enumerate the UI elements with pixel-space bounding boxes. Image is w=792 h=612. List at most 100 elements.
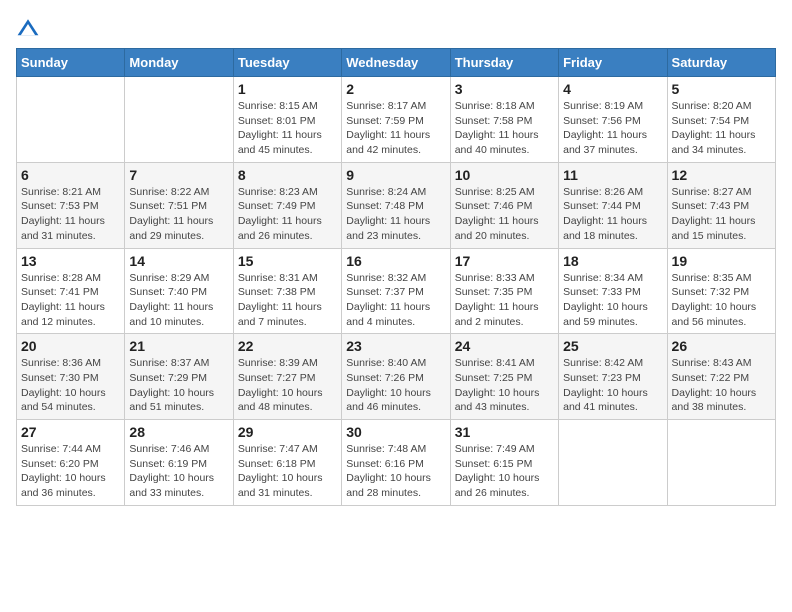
day-of-week-header: Monday xyxy=(125,49,233,77)
calendar-day-cell: 14 Sunrise: 8:29 AM Sunset: 7:40 PM Dayli… xyxy=(125,248,233,334)
calendar-day-cell: 25 Sunrise: 8:42 AM Sunset: 7:23 PM Dayli… xyxy=(559,334,667,420)
calendar-day-cell: 26 Sunrise: 8:43 AM Sunset: 7:22 PM Dayli… xyxy=(667,334,775,420)
day-number: 13 xyxy=(21,253,120,269)
day-of-week-header: Wednesday xyxy=(342,49,450,77)
day-number: 7 xyxy=(129,167,228,183)
day-info: Sunrise: 8:41 AM Sunset: 7:25 PM Dayligh… xyxy=(455,356,554,415)
day-number: 15 xyxy=(238,253,337,269)
day-info: Sunrise: 8:21 AM Sunset: 7:53 PM Dayligh… xyxy=(21,185,120,244)
calendar-week-row: 20 Sunrise: 8:36 AM Sunset: 7:30 PM Dayli… xyxy=(17,334,776,420)
day-info: Sunrise: 7:44 AM Sunset: 6:20 PM Dayligh… xyxy=(21,442,120,501)
day-info: Sunrise: 8:33 AM Sunset: 7:35 PM Dayligh… xyxy=(455,271,554,330)
day-info: Sunrise: 7:47 AM Sunset: 6:18 PM Dayligh… xyxy=(238,442,337,501)
calendar-day-cell: 19 Sunrise: 8:35 AM Sunset: 7:32 PM Dayli… xyxy=(667,248,775,334)
calendar-day-cell: 3 Sunrise: 8:18 AM Sunset: 7:58 PM Daylig… xyxy=(450,77,558,163)
day-number: 28 xyxy=(129,424,228,440)
calendar-table: SundayMondayTuesdayWednesdayThursdayFrid… xyxy=(16,48,776,506)
calendar-day-cell: 2 Sunrise: 8:17 AM Sunset: 7:59 PM Daylig… xyxy=(342,77,450,163)
day-number: 27 xyxy=(21,424,120,440)
day-info: Sunrise: 8:24 AM Sunset: 7:48 PM Dayligh… xyxy=(346,185,445,244)
calendar-day-cell: 18Sunrise: 8:34 AM Sunset: 7:33 PM Dayli… xyxy=(559,248,667,334)
calendar-day-cell: 31Sunrise: 7:49 AM Sunset: 6:15 PM Dayli… xyxy=(450,420,558,506)
calendar-day-cell: 5 Sunrise: 8:20 AM Sunset: 7:54 PM Daylig… xyxy=(667,77,775,163)
day-number: 6 xyxy=(21,167,120,183)
day-number: 9 xyxy=(346,167,445,183)
day-info: Sunrise: 8:22 AM Sunset: 7:51 PM Dayligh… xyxy=(129,185,228,244)
calendar-day-cell xyxy=(125,77,233,163)
day-number: 1 xyxy=(238,81,337,97)
logo xyxy=(16,16,44,40)
calendar-week-row: 1 Sunrise: 8:15 AM Sunset: 8:01 PM Daylig… xyxy=(17,77,776,163)
day-number: 29 xyxy=(238,424,337,440)
day-info: Sunrise: 8:25 AM Sunset: 7:46 PM Dayligh… xyxy=(455,185,554,244)
calendar-day-cell: 17 Sunrise: 8:33 AM Sunset: 7:35 PM Dayli… xyxy=(450,248,558,334)
day-info: Sunrise: 8:39 AM Sunset: 7:27 PM Dayligh… xyxy=(238,356,337,415)
day-of-week-header: Sunday xyxy=(17,49,125,77)
day-info: Sunrise: 8:19 AM Sunset: 7:56 PM Dayligh… xyxy=(563,99,662,158)
calendar-day-cell: 29 Sunrise: 7:47 AM Sunset: 6:18 PM Dayli… xyxy=(233,420,341,506)
day-info: Sunrise: 7:49 AM Sunset: 6:15 PM Dayligh… xyxy=(455,442,554,501)
day-number: 19 xyxy=(672,253,771,269)
calendar-day-cell: 7 Sunrise: 8:22 AM Sunset: 7:51 PM Daylig… xyxy=(125,162,233,248)
calendar-day-cell xyxy=(17,77,125,163)
day-info: Sunrise: 8:28 AM Sunset: 7:41 PM Dayligh… xyxy=(21,271,120,330)
calendar-day-cell: 1 Sunrise: 8:15 AM Sunset: 8:01 PM Daylig… xyxy=(233,77,341,163)
calendar-day-cell: 9 Sunrise: 8:24 AM Sunset: 7:48 PM Daylig… xyxy=(342,162,450,248)
day-number: 16 xyxy=(346,253,445,269)
day-of-week-header: Friday xyxy=(559,49,667,77)
day-info: Sunrise: 8:36 AM Sunset: 7:30 PM Dayligh… xyxy=(21,356,120,415)
day-number: 20 xyxy=(21,338,120,354)
calendar-day-cell: 30 Sunrise: 7:48 AM Sunset: 6:16 PM Dayli… xyxy=(342,420,450,506)
calendar-day-cell: 10 Sunrise: 8:25 AM Sunset: 7:46 PM Dayli… xyxy=(450,162,558,248)
day-number: 4 xyxy=(563,81,662,97)
day-info: Sunrise: 8:35 AM Sunset: 7:32 PM Dayligh… xyxy=(672,271,771,330)
calendar-day-cell: 27 Sunrise: 7:44 AM Sunset: 6:20 PM Dayli… xyxy=(17,420,125,506)
calendar-day-cell: 12Sunrise: 8:27 AM Sunset: 7:43 PM Dayli… xyxy=(667,162,775,248)
day-of-week-header: Thursday xyxy=(450,49,558,77)
calendar-day-cell: 20 Sunrise: 8:36 AM Sunset: 7:30 PM Dayli… xyxy=(17,334,125,420)
calendar-day-cell: 11Sunrise: 8:26 AM Sunset: 7:44 PM Dayli… xyxy=(559,162,667,248)
day-number: 2 xyxy=(346,81,445,97)
day-number: 12 xyxy=(672,167,771,183)
header-row: SundayMondayTuesdayWednesdayThursdayFrid… xyxy=(17,49,776,77)
day-info: Sunrise: 8:15 AM Sunset: 8:01 PM Dayligh… xyxy=(238,99,337,158)
calendar-day-cell xyxy=(667,420,775,506)
calendar-week-row: 13 Sunrise: 8:28 AM Sunset: 7:41 PM Dayli… xyxy=(17,248,776,334)
day-info: Sunrise: 7:48 AM Sunset: 6:16 PM Dayligh… xyxy=(346,442,445,501)
day-info: Sunrise: 8:43 AM Sunset: 7:22 PM Dayligh… xyxy=(672,356,771,415)
day-info: Sunrise: 8:20 AM Sunset: 7:54 PM Dayligh… xyxy=(672,99,771,158)
day-number: 10 xyxy=(455,167,554,183)
day-info: Sunrise: 8:29 AM Sunset: 7:40 PM Dayligh… xyxy=(129,271,228,330)
day-number: 11 xyxy=(563,167,662,183)
calendar-day-cell: 23Sunrise: 8:40 AM Sunset: 7:26 PM Dayli… xyxy=(342,334,450,420)
day-info: Sunrise: 8:34 AM Sunset: 7:33 PM Dayligh… xyxy=(563,271,662,330)
calendar-day-cell: 13 Sunrise: 8:28 AM Sunset: 7:41 PM Dayli… xyxy=(17,248,125,334)
day-number: 17 xyxy=(455,253,554,269)
day-info: Sunrise: 8:42 AM Sunset: 7:23 PM Dayligh… xyxy=(563,356,662,415)
day-info: Sunrise: 8:23 AM Sunset: 7:49 PM Dayligh… xyxy=(238,185,337,244)
page-header xyxy=(16,16,776,40)
day-number: 14 xyxy=(129,253,228,269)
day-number: 30 xyxy=(346,424,445,440)
logo-icon xyxy=(16,16,40,40)
day-number: 23 xyxy=(346,338,445,354)
day-info: Sunrise: 8:37 AM Sunset: 7:29 PM Dayligh… xyxy=(129,356,228,415)
calendar-day-cell xyxy=(559,420,667,506)
calendar-week-row: 6 Sunrise: 8:21 AM Sunset: 7:53 PM Daylig… xyxy=(17,162,776,248)
day-number: 5 xyxy=(672,81,771,97)
calendar-day-cell: 8Sunrise: 8:23 AM Sunset: 7:49 PM Daylig… xyxy=(233,162,341,248)
day-info: Sunrise: 8:18 AM Sunset: 7:58 PM Dayligh… xyxy=(455,99,554,158)
day-of-week-header: Tuesday xyxy=(233,49,341,77)
calendar-day-cell: 6 Sunrise: 8:21 AM Sunset: 7:53 PM Daylig… xyxy=(17,162,125,248)
calendar-day-cell: 22 Sunrise: 8:39 AM Sunset: 7:27 PM Dayli… xyxy=(233,334,341,420)
day-info: Sunrise: 8:31 AM Sunset: 7:38 PM Dayligh… xyxy=(238,271,337,330)
day-number: 3 xyxy=(455,81,554,97)
calendar-day-cell: 21Sunrise: 8:37 AM Sunset: 7:29 PM Dayli… xyxy=(125,334,233,420)
day-number: 25 xyxy=(563,338,662,354)
calendar-day-cell: 16 Sunrise: 8:32 AM Sunset: 7:37 PM Dayli… xyxy=(342,248,450,334)
day-number: 24 xyxy=(455,338,554,354)
day-info: Sunrise: 8:32 AM Sunset: 7:37 PM Dayligh… xyxy=(346,271,445,330)
day-info: Sunrise: 8:17 AM Sunset: 7:59 PM Dayligh… xyxy=(346,99,445,158)
day-number: 22 xyxy=(238,338,337,354)
day-number: 26 xyxy=(672,338,771,354)
